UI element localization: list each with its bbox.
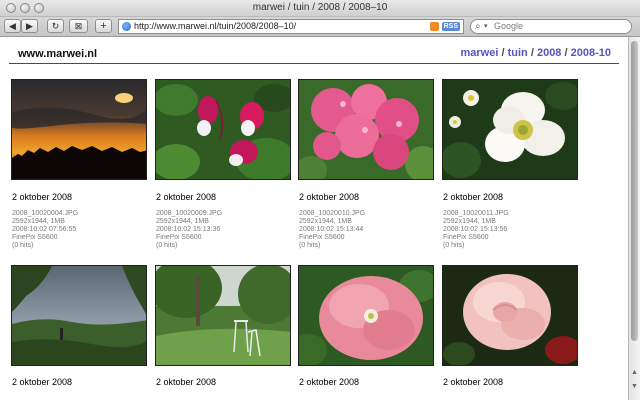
scrollbar-thumb[interactable]: [631, 41, 638, 341]
photo-datetime: 2008:10:02 07:56:55: [12, 226, 77, 233]
photo-camera: FinePix S5600: [156, 234, 202, 241]
photo-caption: 2 oktober 2008: [299, 377, 360, 387]
address-text: http://www.marwei.nl/tuin/2008/2008–10/: [134, 21, 297, 31]
breadcrumb-link-marwei[interactable]: marwei: [460, 47, 498, 59]
forward-button[interactable]: ▶: [21, 19, 38, 33]
breadcrumb-separator: /: [501, 47, 505, 59]
back-button[interactable]: ◀: [4, 19, 21, 33]
photo-metadata: 2008_10020004.JPG 2592x1944, 1MB 2008:10…: [12, 210, 78, 250]
search-field[interactable]: ⌕ ▾ Google: [470, 19, 632, 34]
breadcrumb-link-2008-10[interactable]: 2008-10: [571, 47, 611, 59]
snapback-icon: ⊠: [74, 21, 83, 31]
photo-filename: 2008_10020004.JPG: [12, 210, 79, 217]
photo-thumbnail-garden-chairs[interactable]: [155, 265, 291, 366]
photo-caption: 2 oktober 2008: [12, 377, 73, 387]
photo-thumbnail-rose[interactable]: [442, 265, 578, 366]
photo-thumbnail-garden-sky[interactable]: [11, 265, 147, 366]
search-placeholder: Google: [494, 21, 524, 31]
photo-caption: 2 oktober 2008: [443, 377, 504, 387]
photo-camera: FinePix S5600: [299, 234, 345, 241]
hollyhock-photo: [299, 266, 433, 365]
page-content: www.marwei.nl marwei / tuin / 2008 / 200…: [0, 37, 628, 400]
photo-hits: (0 hits): [12, 242, 34, 249]
photo-datetime: 2008:10:02 15:13:36: [156, 226, 221, 233]
photo-dimensions: 2592x1944, 1MB: [12, 218, 65, 225]
breadcrumb-link-tuin[interactable]: tuin: [508, 47, 528, 59]
photo-thumbnail-fuchsia[interactable]: [155, 79, 291, 180]
sunset-photo: [12, 80, 146, 179]
garden-chairs-photo: [156, 266, 290, 365]
site-name: www.marwei.nl: [18, 48, 98, 60]
breadcrumb-separator: /: [530, 47, 534, 59]
header-divider: [9, 63, 619, 64]
breadcrumb: marwei / tuin / 2008 / 2008-10: [460, 47, 611, 59]
photo-filename: 2008_10020010.JPG: [299, 210, 366, 217]
breadcrumb-link-2008[interactable]: 2008: [537, 47, 561, 59]
browser-toolbar: ◀ ▶ ↻ ⊠ + http://www.marwei.nl/tuin/2008…: [0, 17, 640, 37]
photo-hits: (0 hits): [443, 242, 465, 249]
scroll-down-arrow-icon[interactable]: ▼: [631, 383, 638, 390]
photo-dimensions: 2592x1944, 1MB: [299, 218, 352, 225]
reload-button[interactable]: ↻: [47, 19, 64, 33]
photo-camera: FinePix S5600: [12, 234, 58, 241]
search-menu-icon[interactable]: ▾: [484, 20, 488, 33]
breadcrumb-separator: /: [564, 47, 568, 59]
search-icon: ⌕: [475, 21, 481, 32]
photo-caption: 2 oktober 2008: [156, 377, 217, 387]
window-title: marwei / tuin / 2008 / 2008–10: [252, 2, 388, 13]
photo-caption: 2 oktober 2008: [12, 192, 73, 202]
photo-thumbnail-geranium[interactable]: [298, 79, 434, 180]
vertical-scrollbar[interactable]: ▲ ▼: [628, 37, 640, 400]
add-bookmark-button[interactable]: +: [95, 19, 112, 33]
window-titlebar: marwei / tuin / 2008 / 2008–10: [0, 0, 640, 17]
photo-dimensions: 2592x1944, 1MB: [156, 218, 209, 225]
photo-filename: 2008_10020009.JPG: [156, 210, 223, 217]
photo-caption: 2 oktober 2008: [443, 192, 504, 202]
reload-icon: ↻: [51, 21, 60, 31]
forward-arrow-icon: ▶: [26, 21, 33, 31]
photo-thumbnail-sunset[interactable]: [11, 79, 147, 180]
photo-caption: 2 oktober 2008: [156, 192, 217, 202]
photo-thumbnail-hollyhock[interactable]: [298, 265, 434, 366]
photo-dimensions: 2592x1944, 1MB: [443, 218, 496, 225]
photo-datetime: 2008:10:02 15:13:44: [299, 226, 364, 233]
plus-icon: +: [100, 20, 107, 32]
garden-sky-photo: [12, 266, 146, 365]
geranium-photo: [299, 80, 433, 179]
photo-thumbnail-anemone[interactable]: [442, 79, 578, 180]
fuchsia-photo: [156, 80, 290, 179]
photo-camera: FinePix S5600: [443, 234, 489, 241]
snapback-button[interactable]: ⊠: [69, 19, 88, 33]
feed-icon[interactable]: [430, 22, 439, 31]
scroll-up-arrow-icon[interactable]: ▲: [631, 369, 638, 376]
photo-filename: 2008_10020011.JPG: [443, 210, 509, 217]
photo-hits: (0 hits): [299, 242, 321, 249]
photo-hits: (0 hits): [156, 242, 178, 249]
anemone-photo: [443, 80, 577, 179]
address-bar[interactable]: http://www.marwei.nl/tuin/2008/2008–10/ …: [118, 19, 464, 34]
back-arrow-icon: ◀: [9, 21, 16, 31]
rss-button[interactable]: RSS: [441, 22, 460, 31]
site-favicon-icon: [122, 22, 131, 31]
photo-metadata: 2008_10020010.JPG 2592x1944, 1MB 2008:10…: [299, 210, 365, 250]
photo-metadata: 2008_10020009.JPG 2592x1944, 1MB 2008:10…: [156, 210, 222, 250]
rose-photo: [443, 266, 577, 365]
photo-datetime: 2008:10:02 15:13:56: [443, 226, 508, 233]
photo-metadata: 2008_10020011.JPG 2592x1944, 1MB 2008:10…: [443, 210, 509, 250]
photo-caption: 2 oktober 2008: [299, 192, 360, 202]
